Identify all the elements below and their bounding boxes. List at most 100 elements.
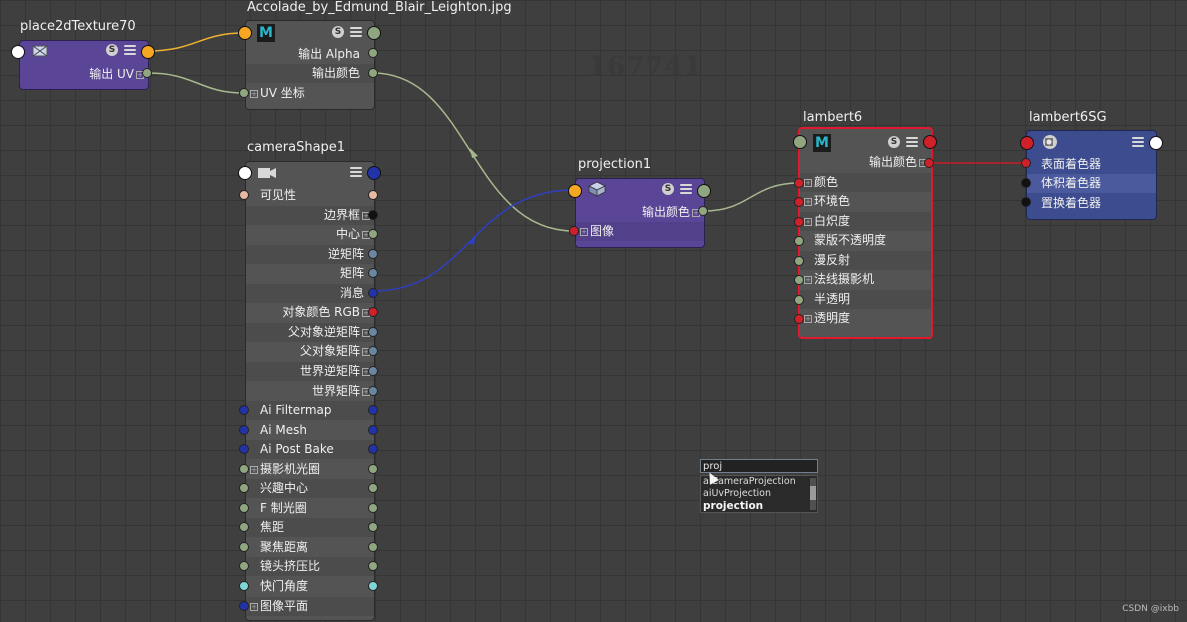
output-port-alpha[interactable] <box>368 48 378 58</box>
input-port-surface[interactable] <box>1021 158 1031 168</box>
camera-attr-row[interactable]: Ai Mesh <box>246 420 374 440</box>
input-port-uv[interactable] <box>239 88 249 98</box>
expand-icon[interactable]: + <box>580 228 588 236</box>
camera-attr-row[interactable]: 镜头挤压比 <box>246 557 374 577</box>
lambert-attr-row[interactable]: 法线摄影机 + <box>800 270 931 289</box>
node-projection[interactable]: S 输出颜色 + + 图像 <box>575 178 705 248</box>
lambert-attr-row[interactable]: 漫反射 <box>800 250 931 270</box>
swatch-s-badge[interactable]: S <box>662 183 674 195</box>
input-port[interactable] <box>794 216 804 227</box>
output-port-color[interactable] <box>368 68 378 78</box>
camera-attr-row[interactable]: 矩阵 <box>246 264 374 284</box>
wire-projection-to-lambert[interactable] <box>703 182 800 212</box>
output-port-color[interactable] <box>924 158 934 168</box>
attribute-menu-icon[interactable] <box>124 45 136 55</box>
input-port[interactable] <box>794 314 804 324</box>
output-port[interactable] <box>368 502 378 513</box>
output-port-main[interactable] <box>697 184 711 198</box>
port-row-out-color[interactable]: 输出颜色 + <box>576 203 704 222</box>
camera-attr-row[interactable]: 边界框 + <box>246 205 374 225</box>
camera-attr-row[interactable]: 快门角度 <box>246 577 374 596</box>
expand-icon[interactable]: + <box>250 602 258 611</box>
expand-icon[interactable]: + <box>250 90 258 98</box>
camera-attr-row[interactable]: 兴趣中心 <box>246 479 374 499</box>
expand-icon[interactable]: + <box>804 178 812 187</box>
input-port[interactable] <box>794 275 804 285</box>
node-file-texture[interactable]: M S 输出 Alpha 输出颜色 + UV 坐标 <box>245 20 375 110</box>
input-port-main[interactable] <box>793 135 807 149</box>
port-row-out-uv[interactable]: 输出 UV + <box>20 65 148 84</box>
output-port[interactable] <box>368 385 378 396</box>
camera-attr-row[interactable]: 中心 + <box>246 225 374 245</box>
attribute-menu-icon[interactable] <box>680 184 692 194</box>
output-port[interactable] <box>368 424 378 435</box>
input-port-image[interactable] <box>569 226 579 236</box>
output-port[interactable] <box>368 287 378 298</box>
input-port-main[interactable] <box>238 26 252 40</box>
lambert-attr-row[interactable]: 半透明 <box>800 289 931 309</box>
expand-icon[interactable]: + <box>804 217 812 226</box>
camera-attr-row[interactable]: Ai Post Bake <box>246 440 374 460</box>
search-result-item[interactable]: projection <box>701 500 817 512</box>
port-row-image[interactable]: + 图像 <box>576 222 704 241</box>
input-port[interactable] <box>794 294 804 305</box>
input-port[interactable] <box>794 197 804 207</box>
input-port[interactable] <box>239 405 249 416</box>
input-port-main[interactable] <box>568 184 582 198</box>
expand-icon[interactable]: + <box>804 315 812 323</box>
output-port-main[interactable] <box>367 166 381 180</box>
output-port[interactable] <box>368 581 378 591</box>
camera-attr-row[interactable]: 消息 <box>246 283 374 303</box>
output-port[interactable] <box>368 463 378 474</box>
input-port[interactable] <box>794 255 804 266</box>
lambert-attr-row[interactable]: 白炽度 + <box>800 211 931 231</box>
results-scrollbar[interactable] <box>810 478 816 510</box>
output-port[interactable] <box>368 248 378 259</box>
port-row-out-color[interactable]: 输出颜色 <box>246 64 374 83</box>
expand-icon[interactable]: + <box>250 465 258 474</box>
node-search-input[interactable]: proj <box>700 459 818 473</box>
input-port-main[interactable] <box>11 45 25 59</box>
swatch-s-badge[interactable]: S <box>332 26 344 38</box>
port-row-volume-shader[interactable]: 体积着色器 <box>1027 174 1156 193</box>
camera-attr-row[interactable]: 摄影机光圈 + <box>246 459 374 479</box>
expand-icon[interactable]: + <box>804 198 812 206</box>
wire-uv-yellow[interactable] <box>147 32 245 52</box>
search-result-item[interactable]: aiUvProjection <box>701 488 817 500</box>
port-row-surface-shader[interactable]: 表面着色器 <box>1027 155 1156 174</box>
input-port[interactable] <box>239 541 249 552</box>
wire-uv-green[interactable] <box>147 72 245 94</box>
input-port[interactable] <box>239 502 249 513</box>
lambert-attr-row[interactable]: 透明度 + <box>800 309 931 328</box>
node-shading-group[interactable]: 表面着色器 体积着色器 置换着色器 <box>1026 130 1157 220</box>
lambert-attr-row[interactable]: 环境色 + <box>800 192 931 211</box>
input-port-main[interactable] <box>1020 136 1034 150</box>
input-port-main[interactable] <box>238 166 252 180</box>
input-port[interactable] <box>239 190 249 200</box>
attribute-menu-icon[interactable] <box>350 27 362 37</box>
camera-attr-row[interactable]: 焦距 <box>246 518 374 538</box>
camera-attr-row[interactable]: 世界逆矩阵 + <box>246 361 374 381</box>
output-port-uv[interactable] <box>142 68 152 78</box>
attribute-menu-icon[interactable] <box>1132 137 1144 147</box>
output-port[interactable] <box>368 365 378 376</box>
output-port[interactable] <box>368 326 378 337</box>
node-place2d[interactable]: S 输出 UV + <box>19 40 149 90</box>
output-port-main[interactable] <box>1149 136 1163 150</box>
output-port[interactable] <box>368 541 378 552</box>
output-port-main[interactable] <box>141 45 155 59</box>
camera-attr-row[interactable]: 可见性 <box>246 186 374 205</box>
output-port[interactable] <box>368 209 378 220</box>
input-port[interactable] <box>239 424 249 435</box>
input-port[interactable] <box>239 581 249 591</box>
input-port[interactable] <box>239 463 249 474</box>
attribute-menu-icon[interactable] <box>906 137 918 147</box>
lambert-attr-row[interactable]: 颜色 + <box>800 172 931 192</box>
camera-attr-row[interactable]: F 制光圈 <box>246 498 374 518</box>
camera-attr-row[interactable]: 世界矩阵 + <box>246 381 374 401</box>
input-port[interactable] <box>239 600 249 611</box>
node-camera-shape[interactable]: 可见性 边界框 + 中心 + 逆矩阵 矩阵 消息 对象颜色 RGB + 父对象逆矩阵 + 父对象矩阵 + 世… <box>245 161 375 621</box>
lambert-attr-row[interactable]: 蒙版不透明度 <box>800 231 931 250</box>
node-lambert[interactable]: M S 输出颜色 + 颜色 + 环境色 + 白炽度 + 蒙版不透明度 漫反射 法线摄影机 + 半透明 透明… <box>798 127 933 339</box>
input-port-displacement[interactable] <box>1021 197 1031 207</box>
